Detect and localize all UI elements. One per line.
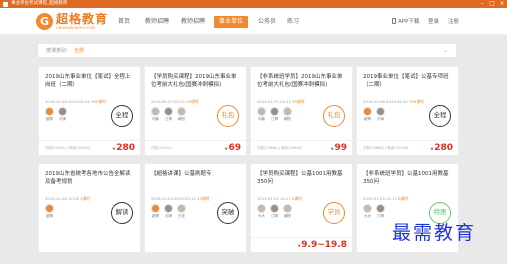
register-link[interactable]: 注册 [448,16,459,28]
course-price: ¥280 [430,143,453,153]
teacher-list: 问鼎 江哥 朝阳 [151,107,190,122]
teacher-avatar: 超哥 [363,107,372,122]
course-card[interactable]: 【非系统班学员】2019山东事业单位考前大礼包(国赛冲刺模拟) 2019.02.… [250,66,353,156]
teacher-list: 问鼎 江哥 朝阳 [257,107,296,122]
logo-mark-icon: G [36,13,53,30]
teacher-avatar: 江哥 [270,107,279,122]
nav-teacher-recruit-2[interactable]: 教师招聘 [181,16,205,28]
course-meta: 2018.10.08-2019.02.24 399课时 [363,99,424,104]
window-titlebar: 事业单位考试课程_超格教育 – □ × [0,0,507,8]
nav-public-institution[interactable]: 事业单位 [214,16,249,28]
teacher-avatar: 问鼎 [257,107,266,122]
course-title[interactable]: 2019山东事业单位【笔试】全程上岗班（二期） [45,73,135,89]
course-price: ¥99 [331,143,347,153]
course-card[interactable]: 【超格讲课】公基刷题专 2018.10.29-2019.03.11 13课时 超… [144,163,247,253]
site-logo[interactable]: G 超格教育 CHAOGEJIAOYU.COM [36,11,108,32]
course-meta: 2019.12.28 12:28 2课时 [45,196,91,201]
course-meta: 2019.01.29 12:11 8课时 [363,196,409,201]
category-filter[interactable]: 按课类别： 全部 ⌄ [37,43,457,58]
teacher-avatar: 江哥 [270,204,279,219]
teacher-list: 大大 江哥 朝阳 [257,204,296,219]
teacher-avatar: 大大 [257,204,266,219]
nav-home[interactable]: 首页 [118,16,130,28]
teacher-avatar: 问鼎 [151,107,160,122]
filter-label: 按课类别： [46,48,72,54]
teacher-avatar: 刘涛 [164,204,173,219]
course-footer: ¥9.9~19.8 [251,237,352,252]
app-icon [3,1,8,7]
teacher-list: 超哥 刘涛 王老 [151,204,190,219]
logo-name: 超格教育 [56,11,109,26]
teacher-avatar: 朝阳 [177,107,186,122]
logo-text: 超格教育 CHAOGEJIAOYU.COM [56,11,109,31]
login-link[interactable]: 登录 [428,16,439,28]
close-button[interactable]: × [497,0,507,8]
teacher-avatar: 大大 [363,204,372,219]
teacher-list: 大大 江哥 [363,204,389,219]
course-footer: 已购(24666) | 剩余(33596) ¥280 [357,140,458,155]
course-footer: 已购(24456) | 剩余(33500) ¥280 [39,140,140,155]
nav-practice[interactable]: 练习 [287,16,299,28]
teacher-avatar: 超哥 [151,204,160,219]
course-card[interactable]: 2019山东省统考各地市公告全解读及备考规划 2019.12.28 12:28 … [38,163,141,253]
course-stamp: 全程 [429,105,451,127]
course-price: ¥69 [225,143,241,153]
course-meta: 2019.02.27-03.11 45课时 [257,99,305,104]
window-title: 事业单位考试课程_超格教育 [11,1,68,6]
course-meta: 2018.10.08-2019.02.24 399课时 [45,99,106,104]
course-title[interactable]: 【学员购买课程】公基1001用教基350问 [257,170,347,186]
course-card[interactable]: 2019山东事业单位【笔试】全程上岗班（二期） 2018.10.08-2019.… [38,66,141,156]
top-navbar: G 超格教育 CHAOGEJIAOYU.COM 首页 教师招聘 教师招聘 事业单… [0,8,507,35]
course-meta: 2019.01.29 12:11 8课时 [257,196,303,201]
maximize-button[interactable]: □ [487,0,497,8]
teacher-list: 超哥 刘涛 [363,107,389,122]
course-card[interactable]: 【学员购买课程】2019山东事业单位考前大礼包(国赛冲刺模拟) 2019.02.… [144,66,247,156]
course-title[interactable]: 2019事业单位【笔试】公基专项班（二期） [363,73,453,89]
course-title[interactable]: 2019山东省统考各地市公告全解读及备考规划 [45,170,135,186]
minimize-button[interactable]: – [477,0,487,8]
course-card[interactable]: 【学员购买课程】公基1001用教基350问 2019.01.29 12:11 8… [250,163,353,253]
course-price: ¥9.9~19.8 [297,240,347,250]
course-stamp: 突破 [217,202,239,224]
filter-value[interactable]: 全部 [74,47,84,54]
teacher-avatar: 刘涛 [58,107,67,122]
teacher-avatar: 朝阳 [283,107,292,122]
nav-civil-servant[interactable]: 公务员 [258,16,276,28]
teacher-avatar: 江哥 [164,107,173,122]
teacher-avatar: 刘涛 [376,107,385,122]
watermark-text: 最需教育 [392,222,477,244]
course-footer: 已购(23846) | 剩余(33846) ¥99 [251,140,352,155]
teacher-list: 超哥 刘涛 [45,107,71,122]
teacher-avatar: 朝阳 [283,204,292,219]
course-stamp: 解读 [111,202,133,224]
teacher-avatar: 王老 [177,204,186,219]
course-stamp: 全程 [111,105,133,127]
course-stamp: 学员 [323,202,345,224]
course-meta: 2018.10.29-2019.03.11 13课时 [151,196,210,201]
app-download-link[interactable]: APP下载 [392,16,419,28]
teacher-list: 超哥 [45,204,58,219]
course-title[interactable]: 【非系统班学员】2019山东事业单位考前大礼包(国赛冲刺模拟) [257,73,347,89]
window-controls: – □ × [477,0,507,8]
course-stamp: 礼包 [323,105,345,127]
chevron-down-icon[interactable]: ⌄ [443,47,448,54]
teacher-avatar: 超哥 [45,204,54,219]
nav-teacher-recruit[interactable]: 教师招聘 [145,16,169,28]
course-title[interactable]: 【学员购买课程】2019山东事业单位考前大礼包(国赛冲刺模拟) [151,73,241,89]
course-title[interactable]: 【非系统班学员】公基1001用教基350问 [363,170,453,186]
logo-sub: CHAOGEJIAOYU.COM [56,25,96,30]
course-price: ¥280 [112,143,135,153]
teacher-avatar: 江哥 [376,204,385,219]
course-meta: 2019.02.27-03.12 45课时 [151,99,199,104]
course-card[interactable]: 2019事业单位【笔试】公基专项班（二期） 2018.10.08-2019.02… [356,66,459,156]
phone-icon [392,18,396,24]
teacher-avatar: 超哥 [45,107,54,122]
course-footer: 已购(14125) ¥69 [145,140,246,155]
course-stamp: 礼包 [217,105,239,127]
course-title[interactable]: 【超格讲课】公基刷题专 [151,170,241,178]
